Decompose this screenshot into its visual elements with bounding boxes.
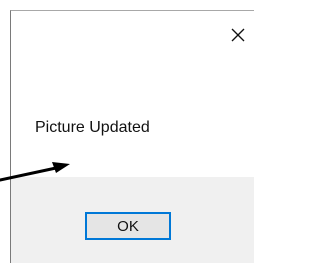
dialog-message: Picture Updated	[35, 119, 150, 136]
close-button[interactable]	[226, 23, 250, 47]
dialog-body: Picture Updated	[11, 11, 254, 177]
dialog-footer: OK	[11, 177, 254, 263]
close-icon	[231, 28, 245, 42]
message-dialog: Picture Updated OK	[10, 10, 254, 263]
ok-button[interactable]: OK	[85, 212, 171, 240]
ok-button-label: OK	[117, 217, 139, 235]
screenshot-stage: Picture Updated OK	[0, 0, 254, 263]
